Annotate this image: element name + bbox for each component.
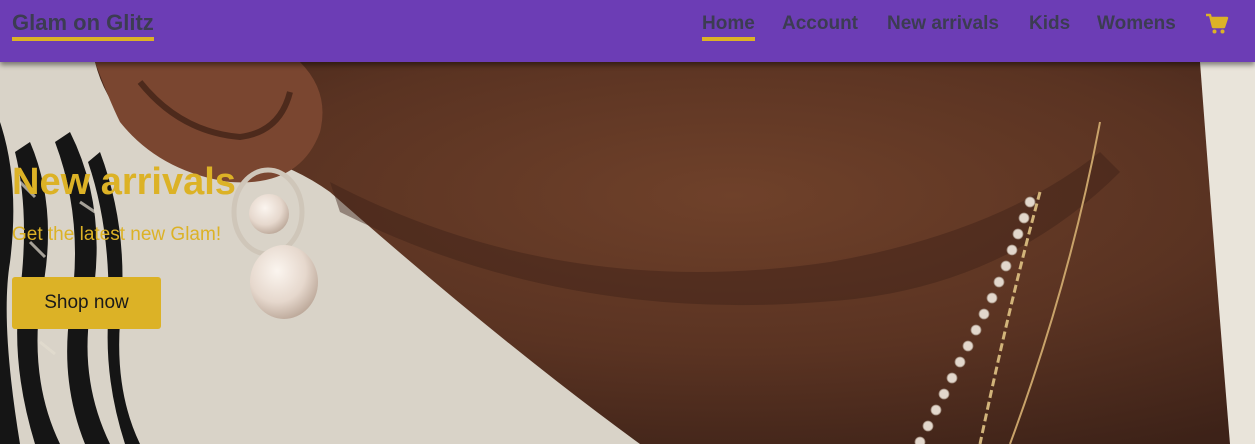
nav-link-kids[interactable]: Kids: [1029, 13, 1070, 41]
hero-title: New arrivals: [12, 161, 236, 203]
hero-image: [0, 62, 1255, 444]
shop-now-button[interactable]: Shop now: [12, 277, 161, 329]
shopping-cart-icon[interactable]: [1205, 13, 1229, 35]
nav-link-womens[interactable]: Womens: [1097, 13, 1176, 41]
nav-link-new-arrivals[interactable]: New arrivals: [887, 13, 999, 41]
nav-link-account[interactable]: Account: [782, 13, 858, 41]
hero-subtitle: Get the latest new Glam!: [12, 224, 222, 245]
hero-banner: New arrivals Get the latest new Glam! Sh…: [0, 62, 1255, 444]
navbar: Glam on Glitz Home Account New arrivals …: [0, 0, 1255, 62]
brand-logo-link[interactable]: Glam on Glitz: [12, 11, 154, 41]
nav-link-home[interactable]: Home: [702, 13, 755, 41]
